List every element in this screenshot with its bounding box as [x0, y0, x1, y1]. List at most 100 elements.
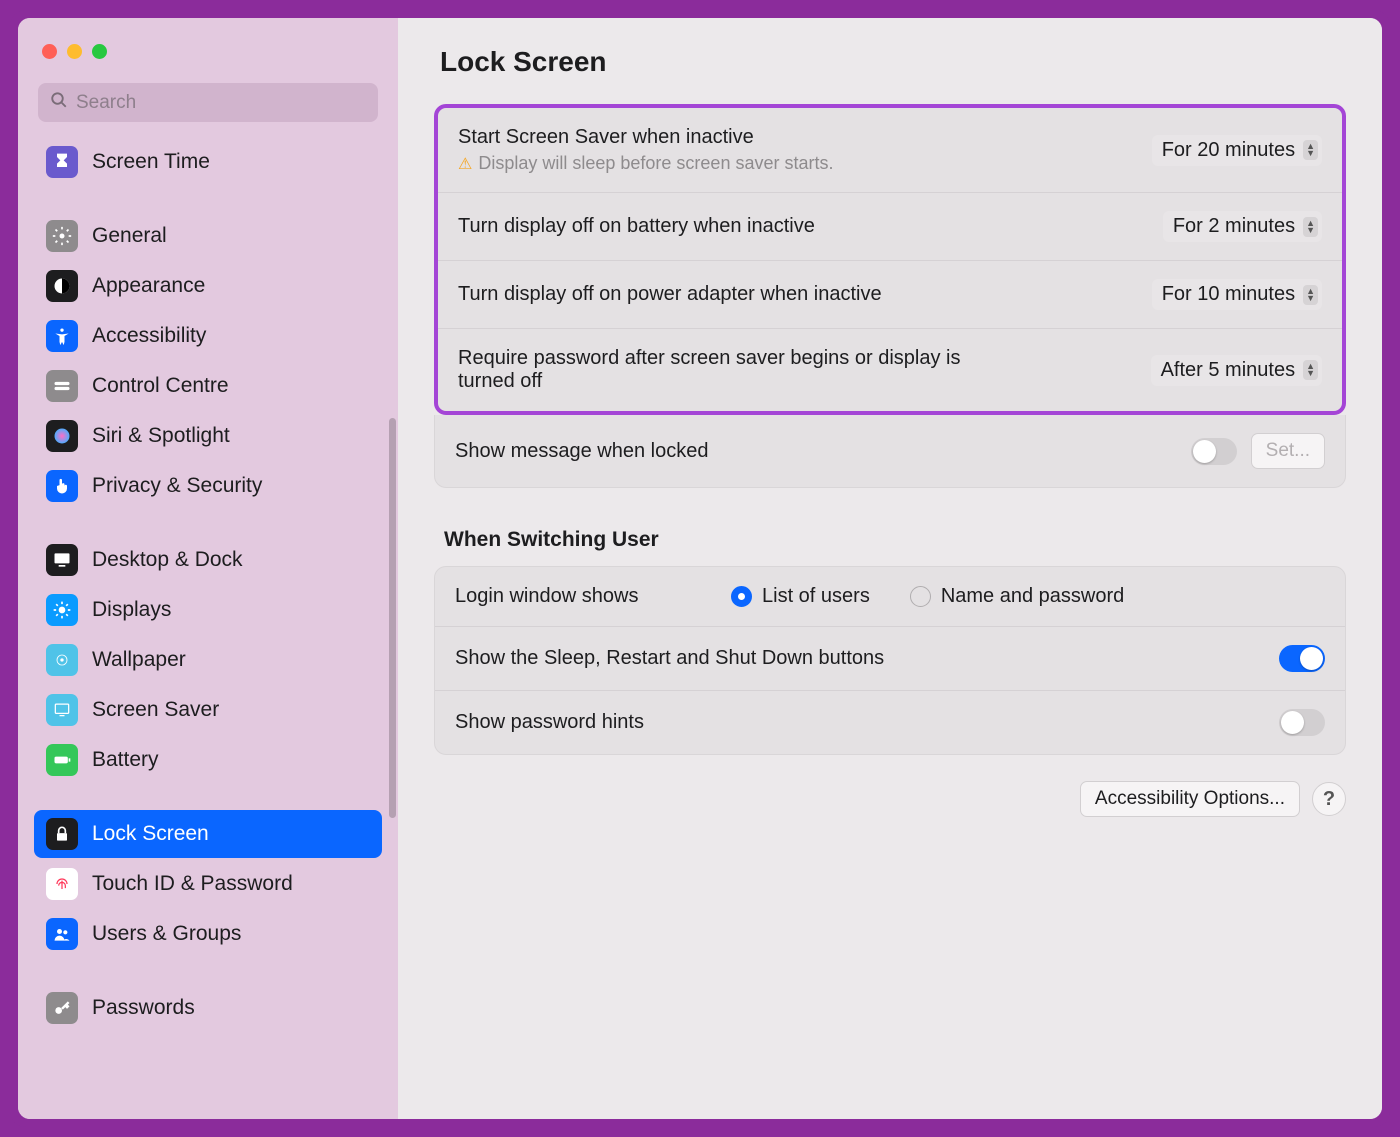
require-password-label: Require password after screen saver begi…: [458, 347, 978, 393]
maximize-button[interactable]: [92, 44, 107, 59]
displays-icon: [46, 594, 78, 626]
sidebar-item-label: Appearance: [92, 274, 205, 298]
sidebar-item-battery[interactable]: Battery: [34, 736, 382, 784]
settings-window: Screen Time General Appearance Accessibilit…: [18, 18, 1382, 1119]
search-input[interactable]: [76, 92, 366, 114]
sidebar-item-desktop-dock[interactable]: Desktop & Dock: [34, 536, 382, 584]
require-password-row: Require password after screen saver begi…: [438, 329, 1342, 411]
sidebar-item-label: Displays: [92, 598, 171, 622]
show-hints-toggle[interactable]: [1279, 709, 1325, 736]
message-panel: Show message when locked Set...: [434, 415, 1346, 488]
sidebar: Screen Time General Appearance Accessibilit…: [18, 18, 398, 1119]
screensaver-label: Start Screen Saver when inactive: [458, 126, 1152, 149]
radio-name-password[interactable]: Name and password: [910, 585, 1124, 608]
sidebar-nav: Screen Time General Appearance Accessibilit…: [30, 136, 386, 1107]
sidebar-item-touch-id-password[interactable]: Touch ID & Password: [34, 860, 382, 908]
users-icon: [46, 918, 78, 950]
sidebar-item-label: Desktop & Dock: [92, 548, 243, 572]
display-power-value: For 10 minutes: [1162, 283, 1295, 306]
sidebar-item-accessibility[interactable]: Accessibility: [34, 312, 382, 360]
minimize-button[interactable]: [67, 44, 82, 59]
sidebar-item-users-groups[interactable]: Users & Groups: [34, 910, 382, 958]
hourglass-icon: [46, 146, 78, 178]
appearance-icon: [46, 270, 78, 302]
sidebar-item-lock-screen[interactable]: Lock Screen: [34, 810, 382, 858]
display-battery-value: For 2 minutes: [1173, 215, 1295, 238]
sidebar-item-label: Passwords: [92, 996, 195, 1020]
show-buttons-toggle[interactable]: [1279, 645, 1325, 672]
show-message-label: Show message when locked: [455, 440, 1191, 463]
switching-user-panel: Login window shows List of users Name an…: [434, 566, 1346, 755]
sidebar-item-label: Accessibility: [92, 324, 206, 348]
chevron-updown-icon: ▲▼: [1303, 140, 1318, 160]
display-battery-dropdown[interactable]: For 2 minutes ▲▼: [1163, 211, 1322, 242]
display-power-label: Turn display off on power adapter when i…: [458, 283, 1152, 306]
lock-screen-panel: Start Screen Saver when inactive ⚠︎ Disp…: [434, 104, 1346, 415]
sidebar-item-wallpaper[interactable]: Wallpaper: [34, 636, 382, 684]
sidebar-item-label: Siri & Spotlight: [92, 424, 230, 448]
sidebar-item-label: General: [92, 224, 167, 248]
display-battery-row: Turn display off on battery when inactiv…: [438, 193, 1342, 261]
switching-user-heading: When Switching User: [444, 528, 1346, 552]
sidebar-item-siri-spotlight[interactable]: Siri & Spotlight: [34, 412, 382, 460]
login-window-row: Login window shows List of users Name an…: [435, 567, 1345, 627]
show-buttons-label: Show the Sleep, Restart and Shut Down bu…: [455, 647, 884, 670]
sidebar-item-general[interactable]: General: [34, 212, 382, 260]
show-message-row: Show message when locked Set...: [435, 415, 1345, 487]
display-power-row: Turn display off on power adapter when i…: [438, 261, 1342, 329]
screensaver-warning-text: Display will sleep before screen saver s…: [478, 153, 833, 174]
sidebar-item-control-centre[interactable]: Control Centre: [34, 362, 382, 410]
gear-icon: [46, 220, 78, 252]
radio-list-label: List of users: [762, 585, 870, 608]
sidebar-item-appearance[interactable]: Appearance: [34, 262, 382, 310]
lock-icon: [46, 818, 78, 850]
sidebar-scrollbar[interactable]: [389, 418, 396, 818]
screensaver-value: For 20 minutes: [1162, 139, 1295, 162]
help-button[interactable]: ?: [1312, 782, 1346, 816]
desktop-icon: [46, 544, 78, 576]
fingerprint-icon: [46, 868, 78, 900]
login-window-radio-group: List of users Name and password: [731, 585, 1124, 608]
siri-icon: [46, 420, 78, 452]
control-centre-icon: [46, 370, 78, 402]
sidebar-item-label: Screen Time: [92, 150, 210, 174]
close-button[interactable]: [42, 44, 57, 59]
page-title: Lock Screen: [440, 46, 1346, 78]
show-message-toggle[interactable]: [1191, 438, 1237, 465]
chevron-updown-icon: ▲▼: [1303, 285, 1318, 305]
login-window-label: Login window shows: [455, 585, 705, 608]
battery-icon: [46, 744, 78, 776]
set-message-button[interactable]: Set...: [1251, 433, 1325, 469]
accessibility-icon: [46, 320, 78, 352]
require-password-dropdown[interactable]: After 5 minutes ▲▼: [1151, 355, 1322, 386]
key-icon: [46, 992, 78, 1024]
sidebar-item-label: Privacy & Security: [92, 474, 262, 498]
radio-icon: [910, 586, 931, 607]
show-hints-row: Show password hints: [435, 691, 1345, 754]
sidebar-item-label: Battery: [92, 748, 159, 772]
sidebar-item-label: Wallpaper: [92, 648, 186, 672]
search-icon: [50, 91, 68, 114]
sidebar-item-privacy-security[interactable]: Privacy & Security: [34, 462, 382, 510]
search-field[interactable]: [38, 83, 378, 122]
wallpaper-icon: [46, 644, 78, 676]
sidebar-item-displays[interactable]: Displays: [34, 586, 382, 634]
sidebar-item-label: Users & Groups: [92, 922, 241, 946]
outer-frame: Screen Time General Appearance Accessibilit…: [10, 10, 1390, 1127]
window-controls: [30, 38, 386, 83]
hand-icon: [46, 470, 78, 502]
radio-list-of-users[interactable]: List of users: [731, 585, 870, 608]
accessibility-options-button[interactable]: Accessibility Options...: [1080, 781, 1300, 817]
display-battery-label: Turn display off on battery when inactiv…: [458, 215, 1163, 238]
screensaver-icon: [46, 694, 78, 726]
sidebar-item-screen-time[interactable]: Screen Time: [34, 138, 382, 186]
sidebar-item-screen-saver[interactable]: Screen Saver: [34, 686, 382, 734]
sidebar-item-label: Screen Saver: [92, 698, 219, 722]
show-buttons-row: Show the Sleep, Restart and Shut Down bu…: [435, 627, 1345, 691]
display-power-dropdown[interactable]: For 10 minutes ▲▼: [1152, 279, 1322, 310]
footer-actions: Accessibility Options... ?: [434, 781, 1346, 817]
show-hints-label: Show password hints: [455, 711, 644, 734]
screensaver-dropdown[interactable]: For 20 minutes ▲▼: [1152, 135, 1322, 166]
chevron-updown-icon: ▲▼: [1303, 217, 1318, 237]
sidebar-item-passwords[interactable]: Passwords: [34, 984, 382, 1032]
